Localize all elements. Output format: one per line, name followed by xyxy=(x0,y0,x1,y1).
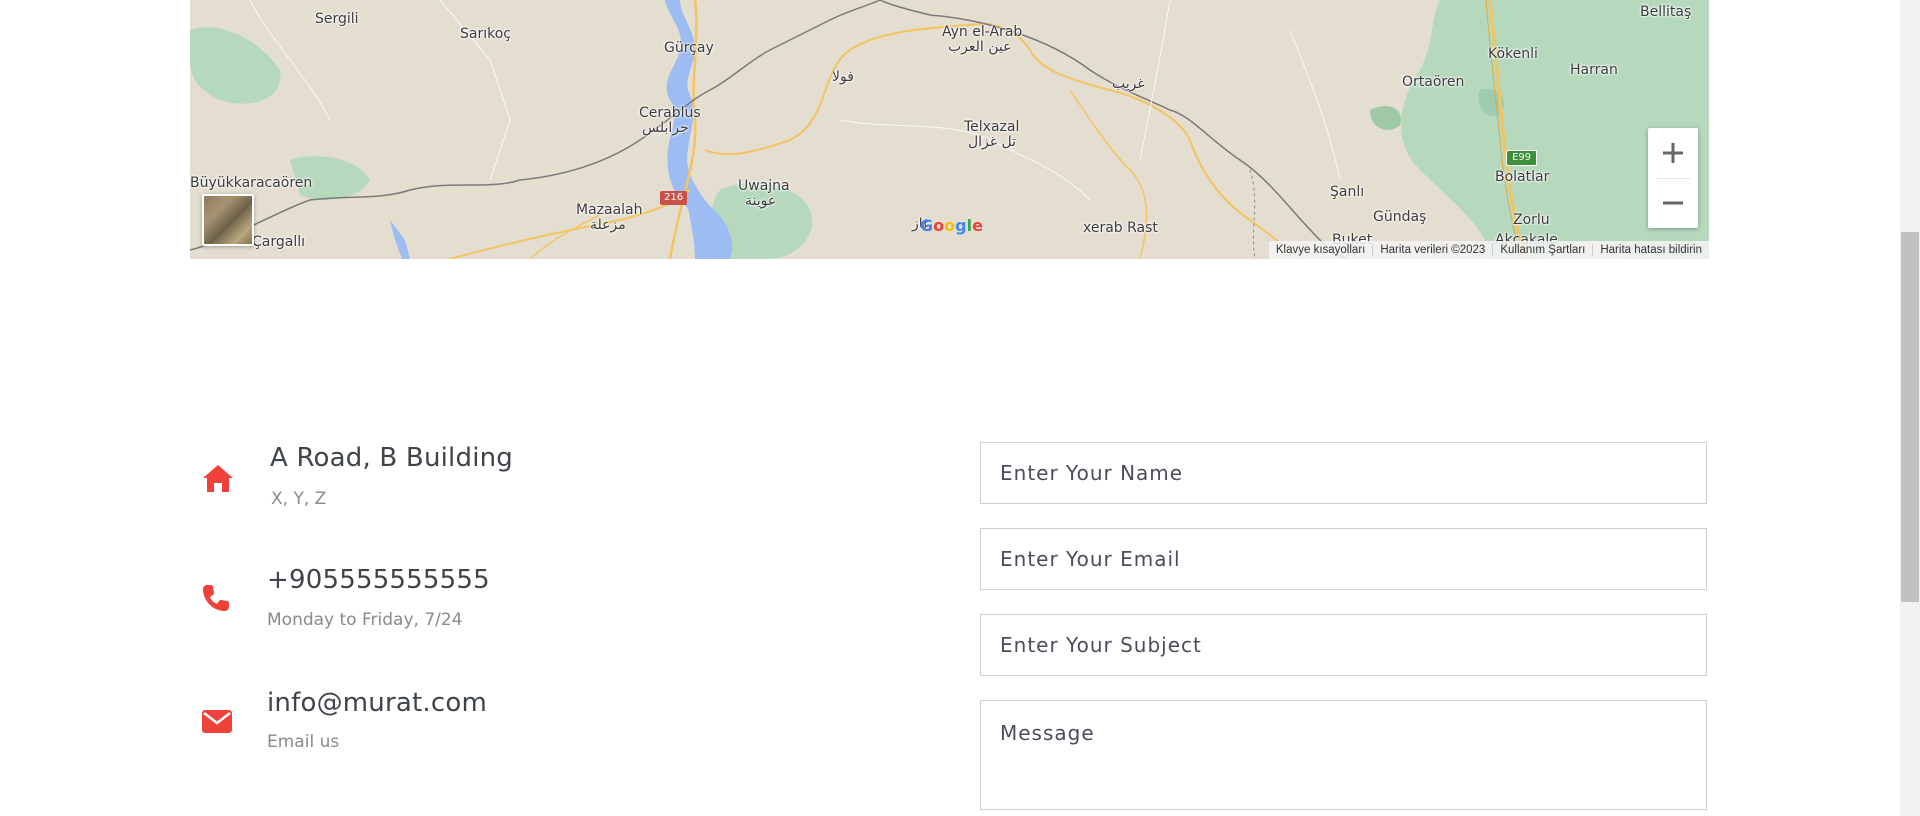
map-label-sergili: Sergili xyxy=(315,11,359,27)
map-label-cerablus-ar: جرابلس xyxy=(642,120,689,136)
road-badge-216: 216 xyxy=(660,191,688,205)
phone-icon xyxy=(203,585,229,611)
map-label-cargalli: Çargallı xyxy=(252,234,305,250)
map-label-ayn-el-arab-ar: عين العرب xyxy=(948,39,1012,55)
map-label-gurcay: Gürçay xyxy=(664,40,714,56)
page-scrollbar-thumb[interactable] xyxy=(1901,232,1919,602)
subject-input[interactable] xyxy=(980,614,1707,676)
home-icon xyxy=(203,465,233,492)
map-label-gharib: غريب xyxy=(1112,76,1145,92)
zoom-out-button[interactable] xyxy=(1648,178,1698,228)
satellite-toggle-thumbnail[interactable] xyxy=(202,194,254,246)
email-input[interactable] xyxy=(980,528,1707,590)
phone-number[interactable]: +905555555555 xyxy=(267,565,490,595)
map-label-uwajna-ar: عوينة xyxy=(745,193,777,209)
keyboard-shortcuts-link[interactable]: Klavye kısayolları xyxy=(1269,244,1372,256)
map-embed[interactable]: Sergili Sarıkoç Gürçay Ayn el-Arab عين ا… xyxy=(190,0,1709,259)
map-label-telxazal: Telxazal xyxy=(964,119,1020,135)
message-textarea[interactable] xyxy=(980,700,1707,810)
map-label-mazaalah-ar: مزعلة xyxy=(590,217,626,233)
map-label-buyukkaracaoren: Büyükkaracaören xyxy=(190,175,313,191)
zoom-control xyxy=(1648,128,1698,228)
map-label-fula: فولا xyxy=(832,69,854,85)
map-label-ayn-el-arab: Ayn el-Arab xyxy=(942,24,1023,40)
address-title: A Road, B Building xyxy=(270,443,513,473)
report-map-error-link[interactable]: Harita hatası bildirin xyxy=(1592,244,1709,256)
map-label-gundas: Gündaş xyxy=(1373,209,1427,225)
plus-icon xyxy=(1663,143,1683,163)
phone-hours: Monday to Friday, 7/24 xyxy=(267,610,463,630)
google-logo: Google xyxy=(920,216,983,235)
map-label-bolatlar: Bolatlar xyxy=(1495,169,1550,185)
map-label-zorlu: Zorlu xyxy=(1513,212,1550,228)
envelope-icon xyxy=(202,710,232,733)
map-label-cerablus: Cerablus xyxy=(639,105,701,121)
map-label-harran: Harran xyxy=(1570,62,1618,78)
map-label-bellitas: Bellitaş xyxy=(1640,4,1692,20)
map-label-sanli: Şanlı xyxy=(1330,184,1365,200)
map-label-uwajna: Uwajna xyxy=(738,178,790,194)
map-label-sarikoc: Sarıkoç xyxy=(460,26,511,42)
map-label-kokenli: Kökenli xyxy=(1488,46,1538,62)
email-label: Email us xyxy=(267,732,340,752)
name-input[interactable] xyxy=(980,442,1707,504)
address-subtitle: X, Y, Z xyxy=(271,489,327,509)
map-data-credit: Harita verileri ©2023 xyxy=(1372,244,1492,256)
map-label-ortaoren: Ortaören xyxy=(1402,74,1465,90)
map-label-xerab-rast: xerab Rast xyxy=(1083,220,1158,236)
road-badge-e99: E99 xyxy=(1506,150,1538,166)
minus-icon xyxy=(1663,201,1683,205)
map-label-mazaalah: Mazaalah xyxy=(576,202,643,218)
zoom-in-button[interactable] xyxy=(1648,128,1698,178)
map-attribution-bar: Klavye kısayolları Harita verileri ©2023… xyxy=(1268,241,1709,259)
map-label-telxazal-ar: تل غزال xyxy=(968,134,1017,150)
terms-of-use-link[interactable]: Kullanım Şartları xyxy=(1492,244,1592,256)
email-address[interactable]: info@murat.com xyxy=(267,688,487,718)
